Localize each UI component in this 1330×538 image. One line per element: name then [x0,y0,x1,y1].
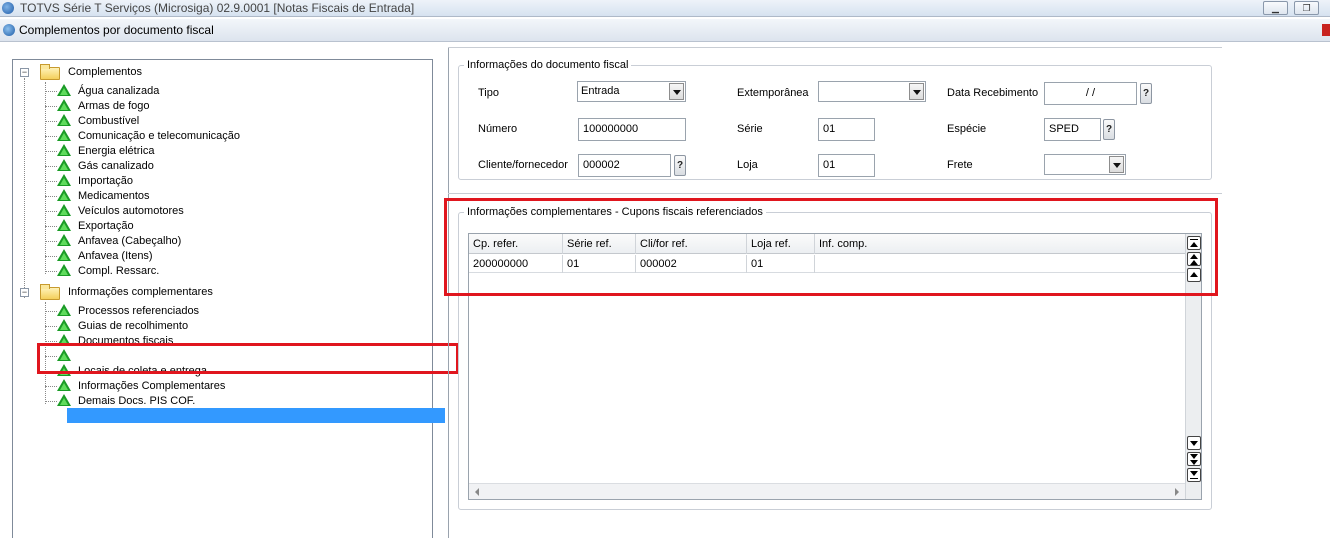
expander-icon[interactable]: − [20,68,29,77]
loja-label: Loja [737,159,758,171]
scroll-page-down-icon[interactable] [1187,452,1201,466]
item-icon [57,114,71,126]
tipo-label: Tipo [478,87,499,99]
extemporanea-select[interactable] [818,81,926,102]
item-icon [57,394,71,406]
scroll-down-icon[interactable] [1187,436,1201,450]
folder-icon [40,284,60,300]
grid-horizontal-scrollbar[interactable] [469,483,1185,499]
item-icon [57,219,71,231]
window-titlebar: TOTVS Série T Serviços (Microsiga) 02.9.… [0,0,1330,17]
item-icon [57,159,71,171]
panel-top-line [448,47,1222,48]
item-icon [57,264,71,276]
especie-input[interactable]: SPED [1044,118,1101,141]
highlight-box-cupons [444,198,1218,296]
serie-input[interactable]: 01 [818,118,875,141]
frete-select[interactable] [1044,154,1126,175]
item-icon [57,249,71,261]
close-icon[interactable] [1322,24,1330,36]
tree-connector [24,78,25,298]
window-title: TOTVS Série T Serviços (Microsiga) 02.9.… [20,1,415,15]
dialog-title: Complementos por documento fiscal [19,23,214,37]
serie-label: Série [737,123,763,135]
tree-selection-highlight [67,408,445,423]
item-icon [57,379,71,391]
scroll-bottom-icon[interactable] [1187,468,1201,482]
data-recebimento-help-button[interactable]: ? [1140,83,1152,104]
restore-button[interactable]: ❐ [1294,1,1319,15]
dropdown-arrow-icon[interactable] [1109,156,1124,173]
item-icon [57,144,71,156]
folder-icon [40,64,60,80]
tipo-select[interactable]: Entrada [577,81,686,102]
especie-label: Espécie [947,123,987,135]
item-icon [57,204,71,216]
app-icon [2,2,14,14]
frete-label: Frete [947,159,973,171]
item-icon [57,189,71,201]
extemporanea-label: Extemporânea [737,87,809,99]
highlight-box-selected-item [37,343,459,374]
cliente-input[interactable]: 000002 [578,154,671,177]
item-icon [57,304,71,316]
numero-label: Número [478,123,518,135]
scroll-right-icon[interactable] [1175,488,1179,496]
item-icon [57,84,71,96]
dialog-header: Complementos por documento fiscal [0,19,1330,42]
doc-info-legend: Informações do documento fiscal [467,59,629,71]
data-recebimento-input[interactable]: / / [1044,82,1137,105]
cliente-label: Cliente/fornecedor [478,159,568,171]
minimize-button[interactable]: ▁ [1263,1,1288,15]
item-icon [57,174,71,186]
dropdown-arrow-icon[interactable] [669,83,684,100]
cliente-help-button[interactable]: ? [674,155,686,176]
item-icon [57,129,71,141]
data-recebimento-label: Data Recebimento [947,87,1039,99]
panel-mid-line [448,193,1222,194]
tree-panel: − Complementos Água canalizada Armas de … [12,59,445,538]
tree-connector [45,82,46,274]
item-icon [57,234,71,246]
item-icon [57,99,71,111]
expander-icon[interactable]: − [20,288,29,297]
scroll-left-icon[interactable] [475,488,479,496]
dialog-icon [3,24,15,36]
especie-help-button[interactable]: ? [1103,119,1115,140]
loja-input[interactable]: 01 [818,154,875,177]
item-icon [57,319,71,331]
dropdown-arrow-icon[interactable] [909,83,924,100]
numero-input[interactable]: 100000000 [578,118,686,141]
